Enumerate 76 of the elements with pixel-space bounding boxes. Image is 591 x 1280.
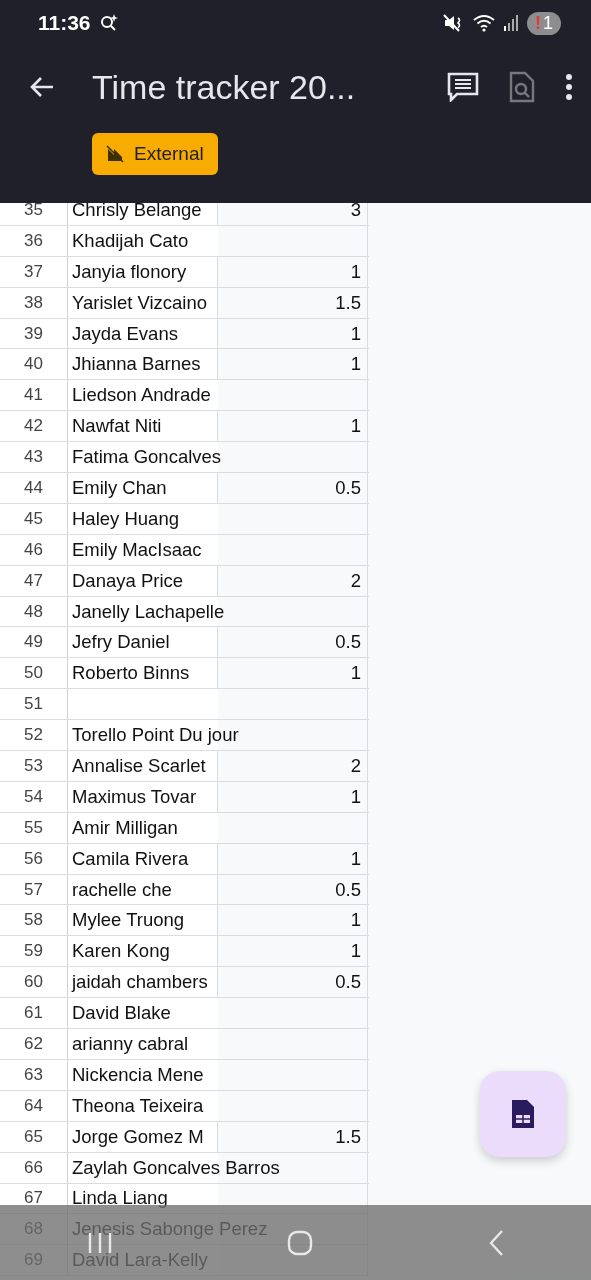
- row-number: 61: [0, 998, 68, 1029]
- more-options-button[interactable]: [565, 73, 573, 101]
- row-number: 37: [0, 256, 68, 287]
- row-number: 53: [0, 751, 68, 781]
- table-cell: Liedson Andrade: [68, 380, 368, 411]
- table-cell: Jayda Evans: [68, 318, 218, 349]
- table-cell: Jorge Gomez M: [68, 1121, 218, 1152]
- row-number: 66: [0, 1152, 68, 1183]
- search-sparkle-icon: [98, 13, 119, 33]
- table-cell: Janelly Lachapelle: [68, 596, 368, 627]
- table-cell: Chrisly Belange: [68, 203, 218, 225]
- row-number: 39: [0, 318, 68, 349]
- table-cell: Torello Point Du jour: [68, 720, 368, 751]
- row-number: 46: [0, 534, 68, 565]
- table-cell: David Blake: [68, 998, 368, 1029]
- signal-icon: [503, 15, 519, 31]
- table-cell: Mylee Truong: [68, 905, 218, 936]
- row-number: 52: [0, 720, 68, 751]
- row-number: 65: [0, 1121, 68, 1152]
- wifi-icon: [473, 14, 495, 32]
- row-number: 35: [0, 203, 68, 225]
- row-number: 42: [0, 411, 68, 442]
- spreadsheet-icon: [510, 1098, 536, 1130]
- table-cell: arianny cabral: [68, 1029, 368, 1059]
- table-cell: Emily MacIsaac: [68, 534, 368, 565]
- table-cell: jaidah chambers: [68, 967, 218, 998]
- table-cell: Maximus Tovar: [68, 781, 218, 812]
- table-cell: Amir Milligan: [68, 812, 368, 843]
- table-cell: Zaylah Goncalves Barros: [68, 1152, 368, 1183]
- row-number: 48: [0, 596, 68, 627]
- row-number: 63: [0, 1059, 68, 1090]
- row-number: 57: [0, 874, 68, 905]
- row-number: 47: [0, 565, 68, 596]
- row-number: 54: [0, 781, 68, 812]
- row-number: 44: [0, 473, 68, 503]
- row-number: 45: [0, 503, 68, 534]
- table-cell: Yarislet Vizcaino: [68, 287, 218, 318]
- table-cell: Jefry Daniel: [68, 627, 218, 658]
- table-cell: Jhianna Barnes: [68, 349, 218, 380]
- row-number: 41: [0, 380, 68, 411]
- row-number: 60: [0, 967, 68, 998]
- table-cell: Annalise Scarlet: [68, 751, 218, 781]
- row-number: 56: [0, 843, 68, 874]
- table-cell: Nawfat Niti: [68, 411, 218, 442]
- row-number: 51: [0, 689, 68, 720]
- table-cell: rachelle che: [68, 874, 218, 905]
- table-cell: Karen Kong: [68, 936, 218, 967]
- table-cell: Haley Huang: [68, 503, 368, 534]
- row-number: 62: [0, 1029, 68, 1059]
- external-chip[interactable]: External: [92, 133, 218, 175]
- row-number: 38: [0, 287, 68, 318]
- table-cell: Khadijah Cato: [68, 225, 368, 256]
- row-number: 49: [0, 627, 68, 658]
- table-cell: Janyia flonory: [68, 256, 218, 287]
- table-cell: Camila Rivera: [68, 843, 218, 874]
- table-cell: Danaya Price: [68, 565, 218, 596]
- document-title: Time tracker 20...: [92, 67, 357, 107]
- notification-badge: !1: [527, 11, 561, 35]
- new-sheet-button[interactable]: [480, 1071, 566, 1157]
- row-number: 64: [0, 1090, 68, 1121]
- row-number: 50: [0, 658, 68, 689]
- table-cell: Nickencia Mene: [68, 1059, 368, 1090]
- table-cell: Fatima Goncalves: [68, 442, 368, 472]
- row-number: 59: [0, 936, 68, 967]
- table-cell: Theona Teixeira: [68, 1090, 368, 1121]
- row-number: 36: [0, 225, 68, 256]
- comments-button[interactable]: [447, 72, 479, 102]
- table-cell: Emily Chan: [68, 473, 218, 503]
- row-number: 55: [0, 812, 68, 843]
- status-time: 11:36: [38, 11, 91, 35]
- back-nav-button[interactable]: [487, 1228, 504, 1257]
- home-button[interactable]: [287, 1229, 314, 1256]
- row-number: 58: [0, 905, 68, 936]
- row-number: 43: [0, 442, 68, 472]
- table-cell: Roberto Binns: [68, 658, 218, 689]
- row-number: 40: [0, 349, 68, 380]
